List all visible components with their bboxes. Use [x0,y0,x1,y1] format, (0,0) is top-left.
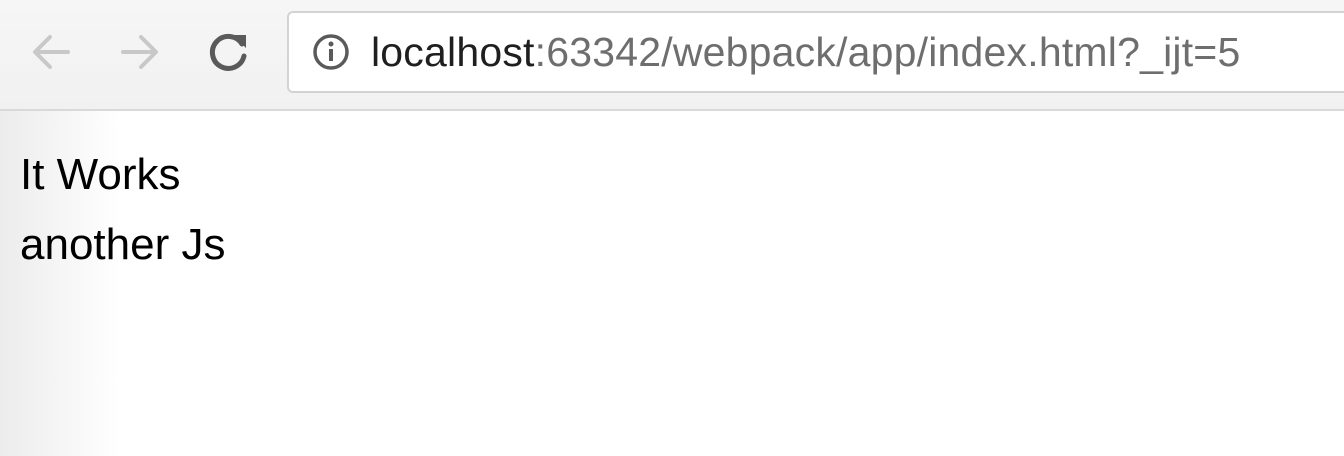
forward-button[interactable] [114,26,166,78]
page-content: It Works another Js [0,111,1344,456]
url-host: localhost [371,28,535,75]
address-url[interactable]: localhost:63342/webpack/app/index.html?_… [371,28,1241,75]
arrow-right-icon [117,29,163,75]
reload-button[interactable] [203,26,255,78]
address-bar[interactable]: localhost:63342/webpack/app/index.html?_… [287,11,1344,93]
back-button[interactable] [25,26,77,78]
reload-icon [206,29,252,75]
content-line-it-works: It Works [20,150,181,199]
arrow-left-icon [28,29,74,75]
browser-toolbar: localhost:63342/webpack/app/index.html?_… [0,0,1344,111]
info-circle-icon[interactable] [309,30,353,74]
content-line-another-js: another Js [20,220,226,269]
url-path: :63342/webpack/app/index.html?_ijt=5 [534,28,1241,75]
